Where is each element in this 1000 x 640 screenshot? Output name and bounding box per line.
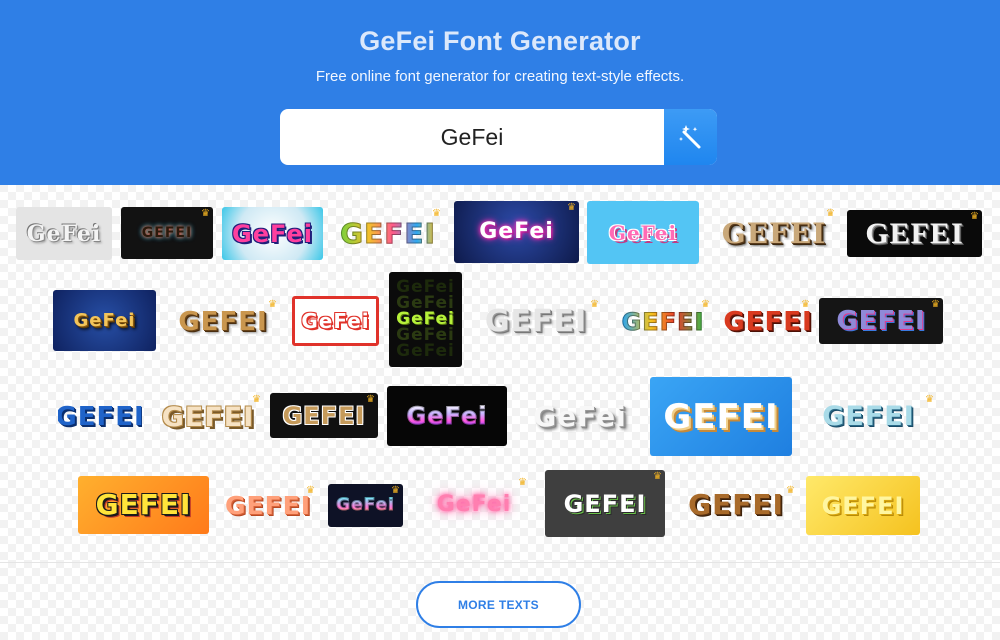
font-style-sample-text: GeFei bbox=[301, 309, 370, 333]
font-style-sample-text: GEFEI bbox=[663, 396, 779, 437]
font-style-tile[interactable]: GEFEI ♛ bbox=[723, 298, 813, 346]
font-style-tile[interactable]: GeFei ♛ bbox=[328, 484, 403, 527]
font-style-tile[interactable]: GEFEI ♛ bbox=[545, 470, 665, 537]
font-style-tile[interactable]: GEFEI bbox=[650, 377, 792, 456]
font-style-sample-text: GeFei bbox=[336, 495, 395, 515]
crown-icon: ♛ bbox=[826, 208, 835, 219]
crown-icon: ♛ bbox=[391, 485, 400, 496]
font-style-sample-text: GEFEI bbox=[836, 306, 926, 336]
text-input[interactable] bbox=[280, 109, 664, 165]
font-style-tile[interactable]: GEFEI ♛ bbox=[218, 484, 318, 526]
crown-icon: ♛ bbox=[653, 471, 662, 482]
font-style-tile[interactable]: GEFEI ♛ bbox=[332, 207, 444, 260]
font-style-sample-text: GeFei bbox=[232, 219, 313, 248]
page-title: GeFei Font Generator bbox=[359, 26, 641, 56]
font-style-tile[interactable]: GeFei ♛ bbox=[454, 201, 579, 263]
font-style-sample-text: GEFEI bbox=[723, 307, 813, 337]
font-style-sample-text: GeFei bbox=[26, 220, 102, 247]
font-style-sample-text: GEFEI bbox=[224, 490, 312, 520]
search-bar bbox=[280, 109, 717, 165]
font-style-tile[interactable]: GEFEI bbox=[806, 476, 920, 535]
font-style-sample-text: GeFei bbox=[608, 220, 678, 245]
font-style-sample-text: GEFEI bbox=[161, 401, 255, 433]
font-style-sample-text: GEFEI bbox=[821, 491, 905, 520]
font-style-sample-text: GEFEI bbox=[58, 402, 142, 432]
crown-icon: ♛ bbox=[268, 299, 277, 310]
font-style-tile[interactable]: GEFEI ♛ bbox=[710, 207, 838, 260]
crown-icon: ♛ bbox=[567, 202, 576, 213]
font-style-sample-text: GEFEI bbox=[865, 216, 964, 250]
font-style-sample-text: GeFei bbox=[533, 400, 627, 433]
generate-button[interactable] bbox=[664, 109, 717, 165]
font-style-tile[interactable]: GEFEI ♛ bbox=[800, 393, 937, 439]
font-style-tile[interactable]: GeFei bbox=[292, 296, 379, 346]
crown-icon: ♛ bbox=[931, 299, 940, 310]
font-style-tile[interactable]: GEFEI ♛ bbox=[613, 298, 713, 346]
font-style-tile[interactable]: GEFEI bbox=[78, 476, 209, 534]
font-style-tile[interactable]: GeFei ♛ bbox=[418, 476, 530, 534]
crown-icon: ♛ bbox=[801, 299, 810, 310]
font-style-sample-text: GEFEI bbox=[340, 216, 436, 250]
page-subtitle: Free online font generator for creating … bbox=[315, 68, 685, 85]
more-texts-button[interactable]: MORE TEXTS bbox=[416, 581, 581, 628]
crown-icon: ♛ bbox=[306, 485, 315, 496]
font-style-sample-text: GeFei bbox=[73, 309, 136, 331]
font-style-tile[interactable]: GeFei bbox=[519, 393, 641, 441]
font-style-sample-text: GeFei bbox=[406, 402, 488, 430]
crown-icon: ♛ bbox=[925, 394, 934, 405]
font-style-sample-text: GEFEI bbox=[282, 401, 366, 430]
font-style-sample-text: GEFEI bbox=[563, 489, 647, 518]
font-style-tile[interactable]: GEFEI ♛ bbox=[270, 393, 378, 438]
crown-icon: ♛ bbox=[432, 208, 441, 219]
font-style-sample-text: GEFEI bbox=[621, 308, 705, 336]
font-style-tile[interactable]: GEFEI ♛ bbox=[152, 393, 264, 441]
crown-icon: ♛ bbox=[518, 477, 527, 488]
font-style-sample-text: GeFei bbox=[436, 492, 512, 517]
magic-wand-icon bbox=[678, 125, 700, 149]
font-style-tile[interactable]: GeFei bbox=[16, 207, 112, 260]
font-style-sample-text: GEFEI bbox=[141, 225, 193, 241]
font-style-sample-text: GEFEI bbox=[95, 488, 192, 521]
font-style-tile[interactable]: GEFEI ♛ bbox=[121, 207, 213, 259]
crown-icon: ♛ bbox=[366, 394, 375, 405]
font-style-tile[interactable]: GEFEI ♛ bbox=[166, 298, 280, 346]
font-style-sample-text: GEFEI bbox=[721, 216, 827, 250]
font-style-sample-text: GeFei bbox=[396, 309, 455, 329]
font-style-tile[interactable]: GEFEI bbox=[58, 393, 142, 441]
font-style-tile[interactable]: GeFei bbox=[53, 290, 156, 351]
font-style-tile[interactable]: GEFEI ♛ bbox=[674, 484, 798, 526]
crown-icon: ♛ bbox=[786, 485, 795, 496]
font-style-tile[interactable]: GeFei bbox=[587, 201, 699, 264]
font-style-sample-text: GEFEI bbox=[688, 488, 784, 521]
crown-icon: ♛ bbox=[701, 299, 710, 310]
font-style-tile[interactable]: GEFEI ♛ bbox=[470, 298, 602, 346]
font-style-sample-text: GEFEI bbox=[178, 307, 268, 337]
font-style-sample-text: GEFEI bbox=[822, 400, 915, 432]
font-style-sample-text: GEFEI bbox=[484, 304, 588, 339]
hero-banner: GeFei Font Generator Free online font ge… bbox=[0, 0, 1000, 185]
crown-icon: ♛ bbox=[252, 394, 261, 405]
font-style-tile[interactable]: GeFei bbox=[222, 207, 323, 260]
divider bbox=[0, 562, 1000, 563]
crown-icon: ♛ bbox=[201, 208, 210, 219]
font-style-sample-text: GeFei bbox=[479, 219, 554, 244]
font-style-tile[interactable]: GeFei bbox=[387, 386, 507, 446]
font-style-tile[interactable]: GeFei bbox=[389, 272, 462, 367]
crown-icon: ♛ bbox=[970, 211, 979, 222]
font-style-tile[interactable]: GEFEI ♛ bbox=[819, 298, 943, 344]
font-style-tile[interactable]: GEFEI ♛ bbox=[847, 210, 982, 257]
crown-icon: ♛ bbox=[590, 299, 599, 310]
